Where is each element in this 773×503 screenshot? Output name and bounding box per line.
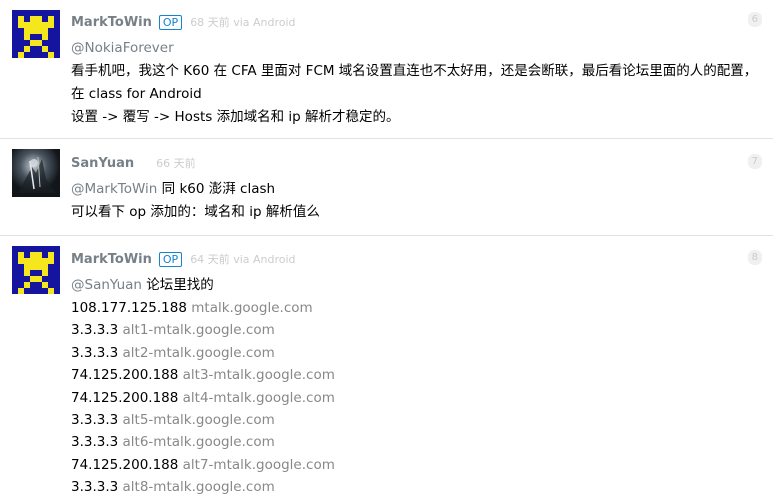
floor-number: 6	[747, 12, 762, 27]
host-entry: 74.125.200.188 alt7-mtalk.google.com	[71, 456, 335, 473]
mention-link[interactable]: @MarkToWin	[71, 181, 157, 197]
hosts-list: 108.177.125.188 mtalk.google.com 3.3.3.3…	[71, 297, 761, 499]
host-entry: 3.3.3.3 alt1-mtalk.google.com	[71, 322, 275, 339]
reply-meta: MarkToWin OP 64 天前 via Android	[71, 251, 296, 267]
reply-content: @NokiaForever 看手机吧，我这个 K60 在 CFA 里面对 FCM…	[71, 37, 761, 129]
photo-avatar-icon[interactable]	[12, 149, 60, 197]
reply-time: 68 天前	[190, 16, 230, 29]
host-entry: 74.125.200.188 alt4-mtalk.google.com	[71, 389, 335, 406]
floor-number: 7	[747, 154, 762, 169]
host-entry: 3.3.3.3 alt8-mtalk.google.com	[71, 479, 275, 496]
host-entry: 108.177.125.188 mtalk.google.com	[71, 300, 313, 316]
reply-content: @MarkToWin 同 k60 澎湃 clash 可以看下 op 添加的：域名…	[71, 178, 761, 224]
content-line: 看手机吧，我这个 K60 在 CFA 里面对 FCM 域名设置直连也不太好用，还…	[71, 63, 758, 102]
reply-meta: MarkToWin OP 68 天前 via Android	[71, 14, 296, 30]
host-entry: 3.3.3.3 alt5-mtalk.google.com	[71, 411, 275, 428]
content-line: @MarkToWin 同 k60 澎湃 clash	[71, 181, 276, 197]
op-badge: OP	[158, 251, 183, 267]
author-link[interactable]: MarkToWin	[71, 252, 152, 267]
host-entry: 3.3.3.3 alt2-mtalk.google.com	[71, 344, 275, 361]
reply-time: 66 天前	[156, 157, 196, 170]
reply-item: SanYuan 66 天前 7 @MarkToWin 同 k60 澎湃 clas…	[0, 139, 773, 236]
mention-link[interactable]: @SanYuan	[71, 277, 142, 293]
content-line: 可以看下 op 添加的：域名和 ip 解析值么	[71, 204, 320, 220]
reply-time: 64 天前	[190, 253, 230, 266]
content-line: @SanYuan 论坛里找的	[71, 277, 214, 293]
mention-link[interactable]: @NokiaForever	[71, 37, 761, 60]
reply-content: @SanYuan 论坛里找的 108.177.125.188 mtalk.goo…	[71, 274, 761, 499]
author-link[interactable]: SanYuan	[71, 156, 134, 171]
author-link[interactable]: MarkToWin	[71, 15, 152, 30]
reply-meta: SanYuan 66 天前	[71, 155, 196, 171]
reply-item: MarkToWin OP 64 天前 via Android 8 @SanYua…	[0, 236, 773, 503]
reply-via: via Android	[233, 15, 296, 29]
pixel-avatar-icon[interactable]	[12, 10, 60, 58]
op-badge: OP	[158, 14, 183, 30]
reply-item: MarkToWin OP 68 天前 via Android 6 @NokiaF…	[0, 0, 773, 139]
pixel-avatar-icon[interactable]	[12, 246, 60, 294]
host-entry: 3.3.3.3 alt6-mtalk.google.com	[71, 434, 275, 451]
reply-via: via Android	[233, 252, 296, 266]
content-line: 设置 -> 覆写 -> Hosts 添加域名和 ip 解析才稳定的。	[71, 109, 400, 125]
host-entry: 74.125.200.188 alt3-mtalk.google.com	[71, 367, 335, 384]
floor-number: 8	[747, 250, 762, 265]
